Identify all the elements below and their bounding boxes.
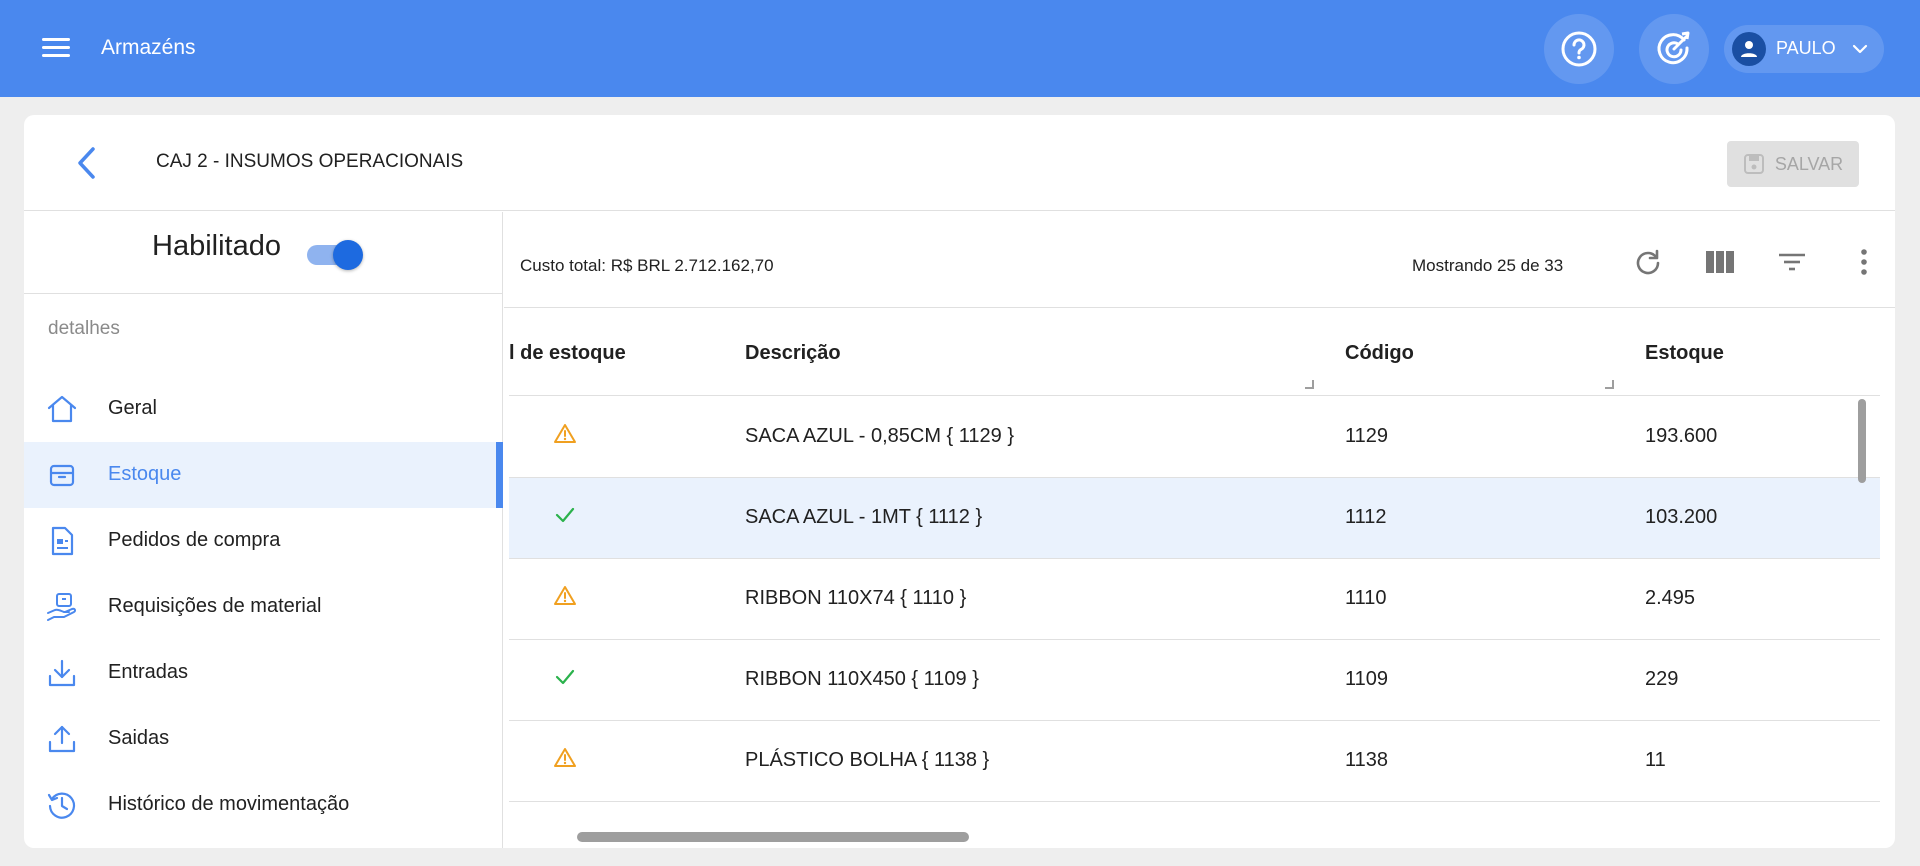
sidebar-item-pedidos-de-compra[interactable]: Pedidos de compra bbox=[24, 508, 503, 574]
sidebar-item-label: Pedidos de compra bbox=[108, 529, 281, 551]
table-row[interactable]: RIBBON 110X450 { 1109 } 1109 229 bbox=[509, 640, 1880, 721]
columns-button[interactable] bbox=[1700, 242, 1740, 282]
column-resize-handle[interactable] bbox=[1605, 380, 1614, 389]
cell-description: RIBBON 110X74 { 1110 } bbox=[745, 587, 967, 609]
column-header-description[interactable]: Descrição bbox=[745, 342, 841, 365]
app-title: Armazéns bbox=[101, 36, 196, 59]
sidebar-item-historico[interactable]: Histórico de movimentação bbox=[24, 772, 503, 838]
total-cost: Custo total: R$ BRL 2.712.162,70 bbox=[520, 256, 774, 275]
warehouse-card: CAJ 2 - INSUMOS OPERACIONAIS SALVAR Habi… bbox=[24, 115, 1895, 848]
app-bar: Armazéns PAULO bbox=[0, 0, 1920, 97]
cell-description: PLÁSTICO BOLHA { 1138 } bbox=[745, 749, 990, 771]
horizontal-scrollbar[interactable] bbox=[577, 832, 969, 842]
cell-code: 1110 bbox=[1345, 587, 1387, 609]
cell-stock: 11 bbox=[1645, 749, 1666, 771]
table-row[interactable]: RIBBON 110X74 { 1110 } 1110 2.495 bbox=[509, 559, 1880, 640]
sidebar-item-entradas[interactable]: Entradas bbox=[24, 640, 503, 706]
vertical-scrollbar[interactable] bbox=[1858, 399, 1866, 483]
menu-icon[interactable] bbox=[36, 28, 76, 68]
hand-box-icon bbox=[47, 593, 77, 621]
enabled-label: Habilitado bbox=[152, 230, 281, 262]
sidebar-item-label: Histórico de movimentação bbox=[108, 793, 350, 815]
column-header-stock-level[interactable]: l de estoque bbox=[509, 342, 626, 365]
filter-button[interactable] bbox=[1772, 242, 1812, 282]
warning-icon bbox=[554, 748, 576, 767]
table-row[interactable]: SACA AZUL - 0,85CM { 1129 } 1129 193.600 bbox=[509, 397, 1880, 478]
more-options-button[interactable] bbox=[1844, 242, 1884, 282]
section-label: detalhes bbox=[48, 318, 120, 339]
column-resize-handle[interactable] bbox=[1305, 380, 1314, 389]
check-icon bbox=[555, 669, 575, 685]
table-header: l de estoque Descrição Código Estoque bbox=[509, 308, 1880, 396]
sidebar-item-label: Saidas bbox=[108, 727, 170, 749]
pagination-info: Mostrando 25 de 33 bbox=[1412, 256, 1564, 275]
help-circle-icon bbox=[1561, 31, 1597, 67]
filter-icon bbox=[1779, 253, 1805, 271]
table-toolbar: Custo total: R$ BRL 2.712.162,70 Mostran… bbox=[504, 212, 1895, 308]
save-icon bbox=[1743, 154, 1764, 174]
enabled-row: Habilitado bbox=[24, 212, 503, 294]
box-icon bbox=[49, 464, 75, 487]
sidebar-item-label: Requisições de material bbox=[108, 595, 322, 617]
card-header: CAJ 2 - INSUMOS OPERACIONAIS SALVAR bbox=[24, 115, 1895, 211]
refresh-icon bbox=[1636, 249, 1660, 275]
cell-code: 1129 bbox=[1345, 425, 1389, 447]
sidebar-item-requisicoes-de-material[interactable]: Requisições de material bbox=[24, 574, 503, 640]
cell-stock: 193.600 bbox=[1645, 425, 1718, 447]
save-button[interactable]: SALVAR bbox=[1727, 141, 1859, 187]
stock-panel: Custo total: R$ BRL 2.712.162,70 Mostran… bbox=[504, 212, 1895, 848]
download-icon bbox=[48, 659, 76, 687]
goals-button[interactable] bbox=[1639, 14, 1709, 84]
sidebar-item-estoque[interactable]: Estoque bbox=[24, 442, 503, 508]
column-header-code[interactable]: Código bbox=[1345, 342, 1414, 365]
sidebar: Habilitado detalhes Geral Estoque Pedido… bbox=[24, 212, 503, 848]
cell-description: SACA AZUL - 1MT { 1112 } bbox=[745, 506, 983, 528]
home-icon bbox=[47, 395, 77, 423]
page-title: CAJ 2 - INSUMOS OPERACIONAIS bbox=[156, 151, 464, 172]
enabled-toggle[interactable] bbox=[305, 238, 363, 270]
chevron-left-icon bbox=[78, 147, 95, 179]
sidebar-item-saidas[interactable]: Saidas bbox=[24, 706, 503, 772]
document-icon bbox=[51, 526, 74, 556]
refresh-button[interactable] bbox=[1628, 242, 1668, 282]
cell-stock: 229 bbox=[1645, 668, 1679, 690]
upload-icon bbox=[48, 725, 76, 753]
cell-stock: 103.200 bbox=[1645, 506, 1718, 528]
cell-code: 1109 bbox=[1345, 668, 1389, 690]
warning-icon bbox=[554, 424, 576, 443]
cell-description: SACA AZUL - 0,85CM { 1129 } bbox=[745, 425, 1015, 447]
columns-icon bbox=[1706, 251, 1734, 273]
toggle-thumb bbox=[333, 240, 363, 270]
help-button[interactable] bbox=[1544, 14, 1614, 84]
sidebar-item-label: Entradas bbox=[108, 661, 189, 683]
warning-icon bbox=[554, 586, 576, 605]
stock-table: l de estoque Descrição Código Estoque SA… bbox=[509, 308, 1880, 848]
user-menu[interactable]: PAULO bbox=[1724, 25, 1884, 73]
sidebar-item-label: Geral bbox=[108, 397, 157, 419]
target-arrow-icon bbox=[1657, 31, 1690, 65]
check-icon bbox=[555, 507, 575, 523]
user-name: PAULO bbox=[1776, 38, 1836, 58]
table-row[interactable]: SACA AZUL - 1MT { 1112 } 1112 103.200 bbox=[509, 478, 1880, 559]
cell-stock: 2.495 bbox=[1645, 587, 1696, 609]
sidebar-item-label: Estoque bbox=[108, 463, 182, 485]
chevron-down-icon bbox=[1852, 44, 1868, 54]
cell-code: 1138 bbox=[1345, 749, 1389, 771]
more-vertical-icon bbox=[1861, 249, 1867, 275]
column-header-stock[interactable]: Estoque bbox=[1645, 342, 1724, 365]
table-row[interactable]: PLÁSTICO BOLHA { 1138 } 1138 11 bbox=[509, 721, 1880, 802]
person-icon bbox=[1741, 41, 1757, 57]
cell-code: 1112 bbox=[1345, 506, 1387, 528]
cell-description: RIBBON 110X450 { 1109 } bbox=[745, 668, 979, 690]
history-icon bbox=[47, 792, 76, 819]
save-label: SALVAR bbox=[1774, 153, 1844, 174]
avatar bbox=[1732, 32, 1766, 66]
back-button[interactable] bbox=[64, 140, 110, 186]
sidebar-item-geral[interactable]: Geral bbox=[24, 376, 503, 442]
